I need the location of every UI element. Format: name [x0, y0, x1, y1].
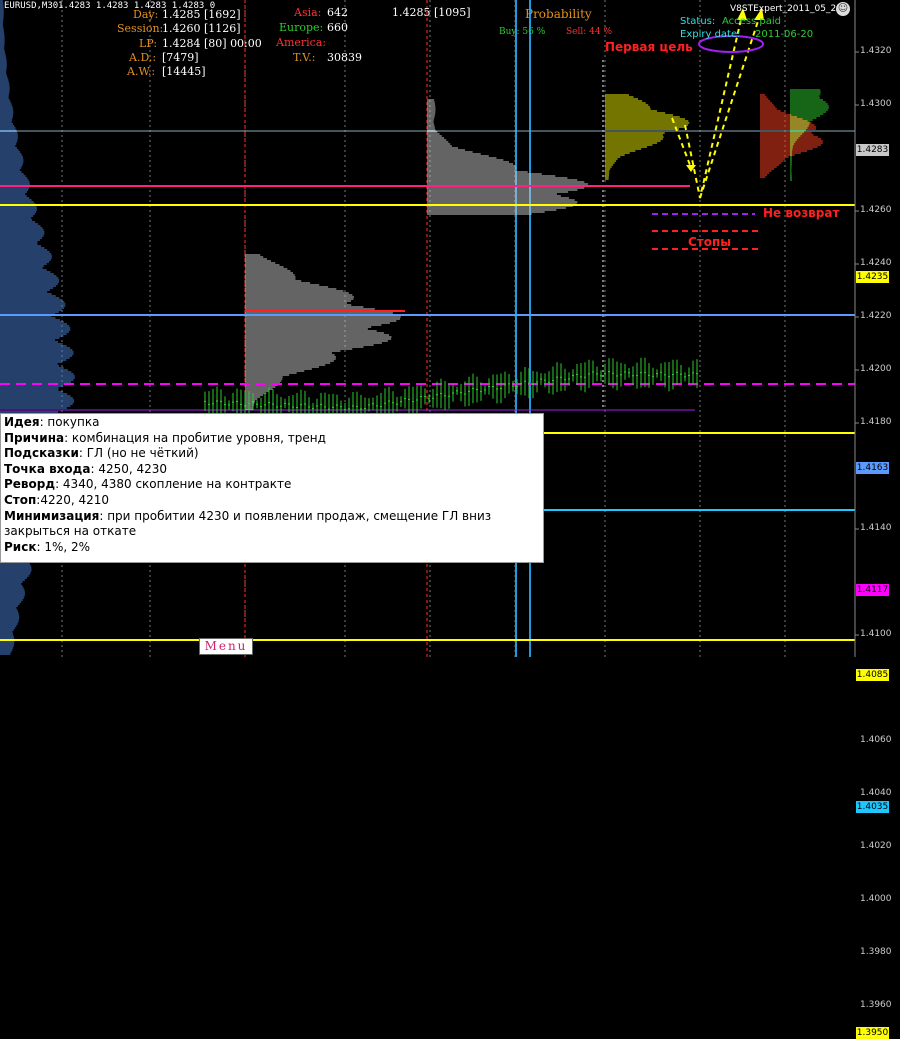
asia-label: Asia: [294, 6, 322, 19]
no-return-annotation: Не возврат [763, 206, 840, 220]
status-label: Status: [680, 16, 716, 27]
price-level-tag: 1.4283 [856, 144, 889, 157]
axis-tick-label: 1.3980 [860, 947, 892, 957]
target-annotation: Первая цель [605, 40, 693, 54]
tv-label: T.V.: [293, 51, 316, 64]
symbol-label: EURUSD,M30 [4, 1, 59, 11]
poc-value: 1.4285 [1095] [392, 6, 471, 19]
price-level-tag: 1.3950 [856, 1026, 889, 1039]
lp-value: 1.4284 [80] 00:00 [162, 37, 262, 50]
minimization-cont: закрыться на откате [4, 524, 137, 539]
price-level-tag: 1.4235 [856, 271, 889, 284]
hints-line: Подсказки: ГЛ (но не чёткий) [4, 446, 199, 461]
axis-tick-label: 1.4240 [860, 258, 892, 268]
axis-tick-label: 1.4260 [860, 205, 892, 215]
aw-value: [14445] [162, 65, 206, 78]
sell-probability: Sell: 44 % [566, 27, 613, 37]
expert-name: V8STExpert_2011_05_23 [730, 4, 842, 14]
stops-annotation: Стопы [688, 235, 732, 249]
axis-tick-label: 1.4300 [860, 99, 892, 109]
axis-tick-label: 1.4020 [860, 841, 892, 851]
axis-tick-label: 1.4060 [860, 735, 892, 745]
axis-tick-label: 1.4180 [860, 417, 892, 427]
expiry-label: Expiry date: [680, 29, 741, 40]
reward-line: Реворд: 4340, 4380 скопление на контракт… [4, 477, 292, 492]
axis-tick-label: 1.4200 [860, 364, 892, 374]
america-label: America: [276, 36, 327, 49]
expiry-value: 2011-06-20 [755, 29, 814, 40]
session-label: Session: [117, 22, 164, 35]
idea-line: Идея: покупка [4, 415, 100, 429]
price-level-tag: 1.4117 [856, 583, 889, 596]
status-value: Access paid [722, 16, 782, 27]
price-level-tag: 1.4085 [856, 668, 889, 681]
risk-line: Риск: 1%, 2% [4, 539, 91, 554]
trade-idea-panel: Идея: покупка Причина: комбинация на про… [0, 413, 544, 563]
axis-tick-label: 1.3960 [860, 1000, 892, 1010]
reason-line: Причина: комбинация на пробитие уровня, … [4, 430, 326, 445]
entry-line: Точка входа: 4250, 4230 [4, 461, 168, 476]
axis-tick-label: 1.4100 [860, 629, 892, 639]
axis-tick-label: 1.4000 [860, 894, 892, 904]
smiley-icon[interactable]: ☺ [836, 2, 850, 16]
day-label: Day: [133, 8, 159, 21]
buy-probability: Buy: 56 % [499, 27, 546, 37]
europe-value: 660 [327, 21, 348, 34]
lp-label: LP: [139, 37, 158, 50]
axis-tick-label: 1.4220 [860, 311, 892, 321]
session-value: 1.4260 [1126] [162, 22, 241, 35]
menu-button[interactable]: Menu [199, 638, 253, 655]
axis-tick-label: 1.4320 [860, 46, 892, 56]
asia-value: 642 [327, 6, 348, 19]
price-level-tag: 1.4163 [856, 462, 889, 475]
ad-value: [7479] [162, 51, 199, 64]
aw-label: A.W.: [127, 65, 156, 78]
probability-title: Probability [525, 7, 592, 21]
axis-tick-label: 1.4140 [860, 523, 892, 533]
tv-value: 30839 [327, 51, 362, 64]
price-level-tag: 1.4035 [856, 801, 889, 814]
day-value: 1.4285 [1692] [162, 8, 241, 21]
minimization-line: Минимизация: при пробитии 4230 и появлен… [4, 508, 492, 523]
axis-tick-label: 1.4340 [860, 0, 892, 3]
europe-label: Europe: [279, 21, 324, 34]
axis-tick-label: 1.4040 [860, 788, 892, 798]
ad-label: A.D.: [129, 51, 157, 64]
stop-line: Стоп:4220, 4210 [4, 492, 110, 507]
